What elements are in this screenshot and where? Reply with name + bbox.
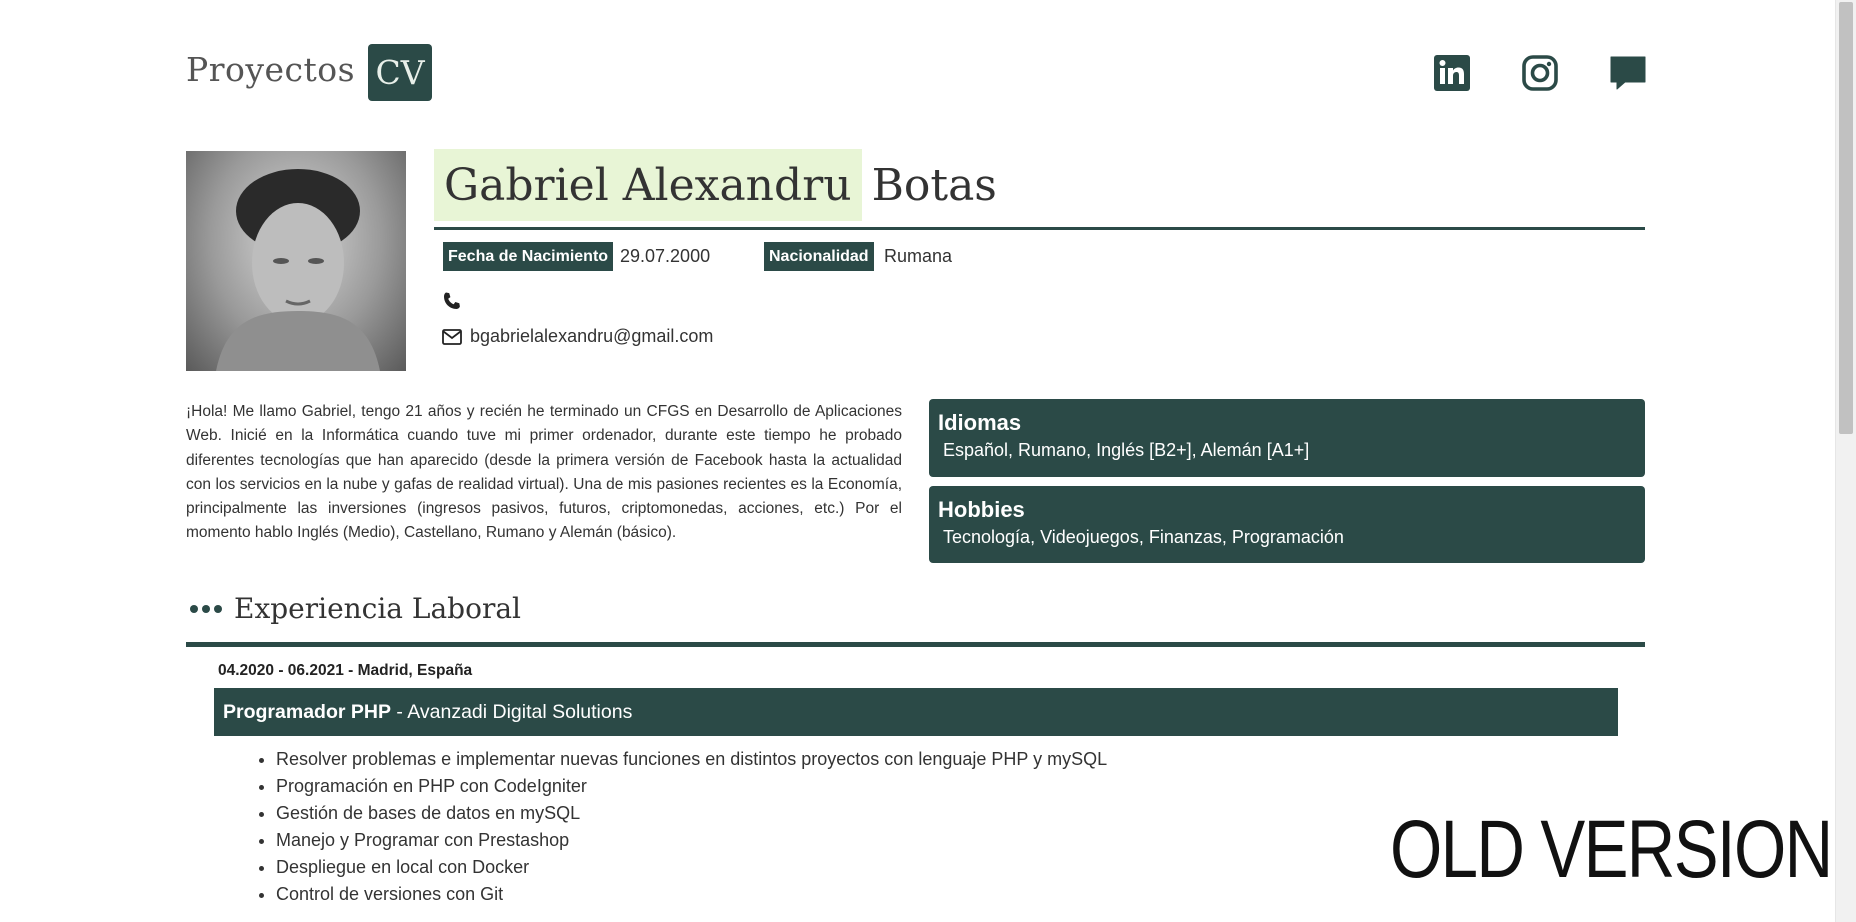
dots-icon [190, 604, 222, 613]
hobbies-title: Hobbies [938, 497, 1025, 522]
nationality-label: Nacionalidad [764, 242, 874, 271]
languages-text: Español, Rumano, Inglés [B2+], Alemán [A… [943, 440, 1310, 460]
job-task-list: Resolver problemas e implementar nuevas … [254, 746, 1107, 908]
birth-value: 29.07.2000 [620, 246, 711, 266]
profile-first-names: Gabriel Alexandru [434, 149, 862, 221]
languages-card: Idiomas Español, Rumano, Inglés [B2+], A… [929, 399, 1645, 477]
job-task: Programación en PHP con CodeIgniter [276, 773, 1107, 800]
experience-heading: Experiencia Laboral [186, 592, 521, 625]
job-date: 04.2020 - 06.2021 - Madrid, España [218, 662, 473, 679]
profile-name: Gabriel Alexandru Botas [434, 149, 997, 221]
phone-icon [444, 292, 460, 309]
experience-heading-text: Experiencia Laboral [234, 592, 521, 625]
languages-title: Idiomas [938, 410, 1022, 435]
nav-cv-link[interactable]: CV [368, 44, 432, 101]
old-version-watermark: OLD VERSION [1390, 804, 1833, 895]
hobbies-text: Tecnología, Videojuegos, Finanzas, Progr… [943, 527, 1344, 547]
job-company: - Avanzadi Digital Solutions [390, 700, 633, 723]
hobbies-card: Hobbies Tecnología, Videojuegos, Finanza… [929, 486, 1645, 563]
nationality-value: Rumana [884, 246, 953, 266]
page-scrollbar[interactable] [1835, 0, 1856, 922]
linkedin-icon[interactable] [1433, 54, 1471, 92]
job-task: Control de versiones con Git [276, 881, 1107, 908]
nav-projects-link[interactable]: Proyectos [186, 50, 355, 89]
instagram-icon[interactable] [1521, 54, 1559, 92]
chat-icon[interactable] [1609, 54, 1647, 92]
job-task: Gestión de bases de datos en mySQL [276, 800, 1107, 827]
job-task: Manejo y Programar con Prestashop [276, 827, 1107, 854]
job-title-bar: Programador PHP - Avanzadi Digital Solut… [214, 688, 1618, 736]
experience-divider [186, 642, 1645, 647]
about-text: ¡Hola! Me llamo Gabriel, tengo 21 años y… [186, 403, 902, 542]
profile-photo [186, 151, 406, 371]
name-divider [434, 227, 1645, 230]
scrollbar-thumb[interactable] [1839, 2, 1853, 434]
profile-last-name: Botas [871, 159, 997, 211]
birth-label: Fecha de Nacimiento [443, 242, 614, 271]
envelope-icon [442, 329, 462, 345]
email-link[interactable]: bgabrielalexandru@gmail.com [470, 326, 713, 347]
job-task: Resolver problemas e implementar nuevas … [276, 746, 1107, 773]
job-task: Despliegue en local con Docker [276, 854, 1107, 881]
job-role: Programador PHP [223, 700, 391, 723]
